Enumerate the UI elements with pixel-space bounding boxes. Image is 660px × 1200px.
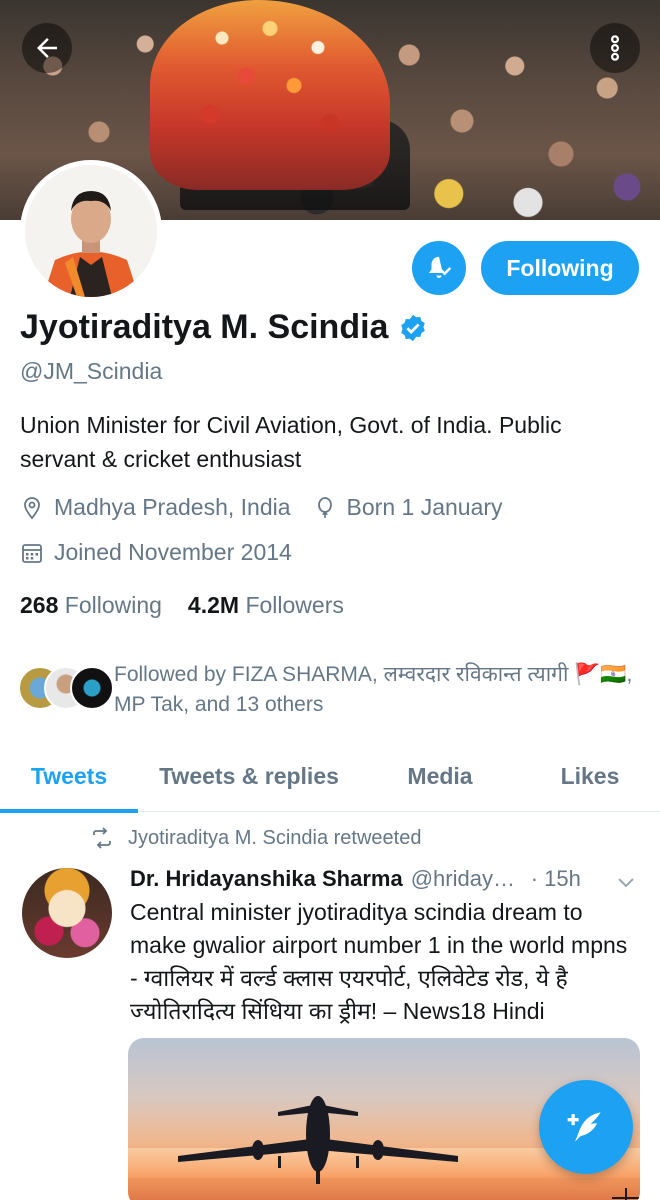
notifications-button[interactable]	[412, 241, 466, 295]
tab-tweets-replies[interactable]: Tweets & replies	[138, 740, 360, 812]
bell-check-icon	[429, 256, 452, 278]
profile-meta-row: Madhya Pradesh, India Born 1 January	[20, 494, 525, 521]
profile-joined-row: Joined November 2014	[20, 539, 314, 566]
more-vertical-icon	[610, 35, 619, 61]
retweet-label: Jyotiraditya M. Scindia retweeted	[128, 826, 422, 849]
chevron-down-icon	[618, 878, 634, 888]
arrow-left-icon	[37, 38, 57, 58]
following-button[interactable]: Following	[481, 241, 639, 295]
calendar-icon	[22, 543, 42, 563]
tweet-text: Central minister jyotiraditya scindia dr…	[130, 899, 628, 1024]
tweet-author-name[interactable]: Dr. Hridayanshika Sharma	[130, 866, 403, 892]
following-count-link[interactable]: 268 Following	[20, 592, 162, 619]
follower-avatar	[70, 666, 114, 710]
followed-by-avatars	[18, 666, 114, 712]
followers-count: 4.2M	[187, 592, 240, 618]
tweet-author-handle: @hridayanshika	[410, 866, 523, 891]
birthday-text: Born 1 January	[346, 494, 503, 520]
joined-text: Joined November 2014	[54, 539, 292, 565]
followed-by-text: Followed by FIZA SHARMA, लम्वरदार रविकान…	[114, 663, 633, 716]
location-text: Madhya Pradesh, India	[54, 494, 291, 520]
compose-tweet-button[interactable]	[539, 1080, 633, 1174]
verified-badge-icon	[401, 314, 426, 341]
tab-media[interactable]: Media	[360, 740, 520, 812]
followers-count-link[interactable]: 4.2M Followers	[188, 592, 344, 619]
joined-item: Joined November 2014	[20, 539, 292, 566]
back-button[interactable]	[22, 23, 72, 73]
tweet-menu-button[interactable]	[614, 870, 638, 899]
profile-handle: @JM_Scindia	[20, 358, 163, 384]
compose-tweet-icon	[567, 1112, 601, 1142]
following-count: 268	[20, 592, 59, 618]
profile-bio: Union Minister for Civil Aviation, Govt.…	[20, 412, 562, 472]
retweet-icon	[93, 827, 111, 849]
balloon-icon	[317, 496, 332, 518]
avatar-portrait	[25, 165, 157, 297]
tweet-author-avatar[interactable]	[22, 868, 112, 958]
profile-name-row: Jyotiraditya M. Scindia	[20, 308, 428, 347]
following-label: Following	[64, 592, 162, 618]
tweet-header: Dr. Hridayanshika Sharma @hridayanshika …	[130, 866, 650, 892]
followers-label: Followers	[245, 592, 344, 618]
profile-tabs: Tweets Tweets & replies Media Likes	[0, 740, 660, 813]
location-pin-icon	[24, 496, 40, 519]
profile-name: Jyotiraditya M. Scindia	[20, 308, 389, 346]
tab-tweets[interactable]: Tweets	[0, 740, 138, 813]
profile-avatar[interactable]	[20, 160, 162, 302]
birthday-item: Born 1 January	[313, 494, 503, 521]
tab-likes[interactable]: Likes	[520, 740, 660, 812]
more-options-button[interactable]	[590, 23, 640, 73]
tweet-time: · 15h	[530, 866, 581, 891]
follow-counts: 268 Following 4.2M Followers	[20, 592, 344, 619]
location-item: Madhya Pradesh, India	[20, 494, 291, 521]
retweet-indicator: Jyotiraditya M. Scindia retweeted	[90, 826, 421, 850]
